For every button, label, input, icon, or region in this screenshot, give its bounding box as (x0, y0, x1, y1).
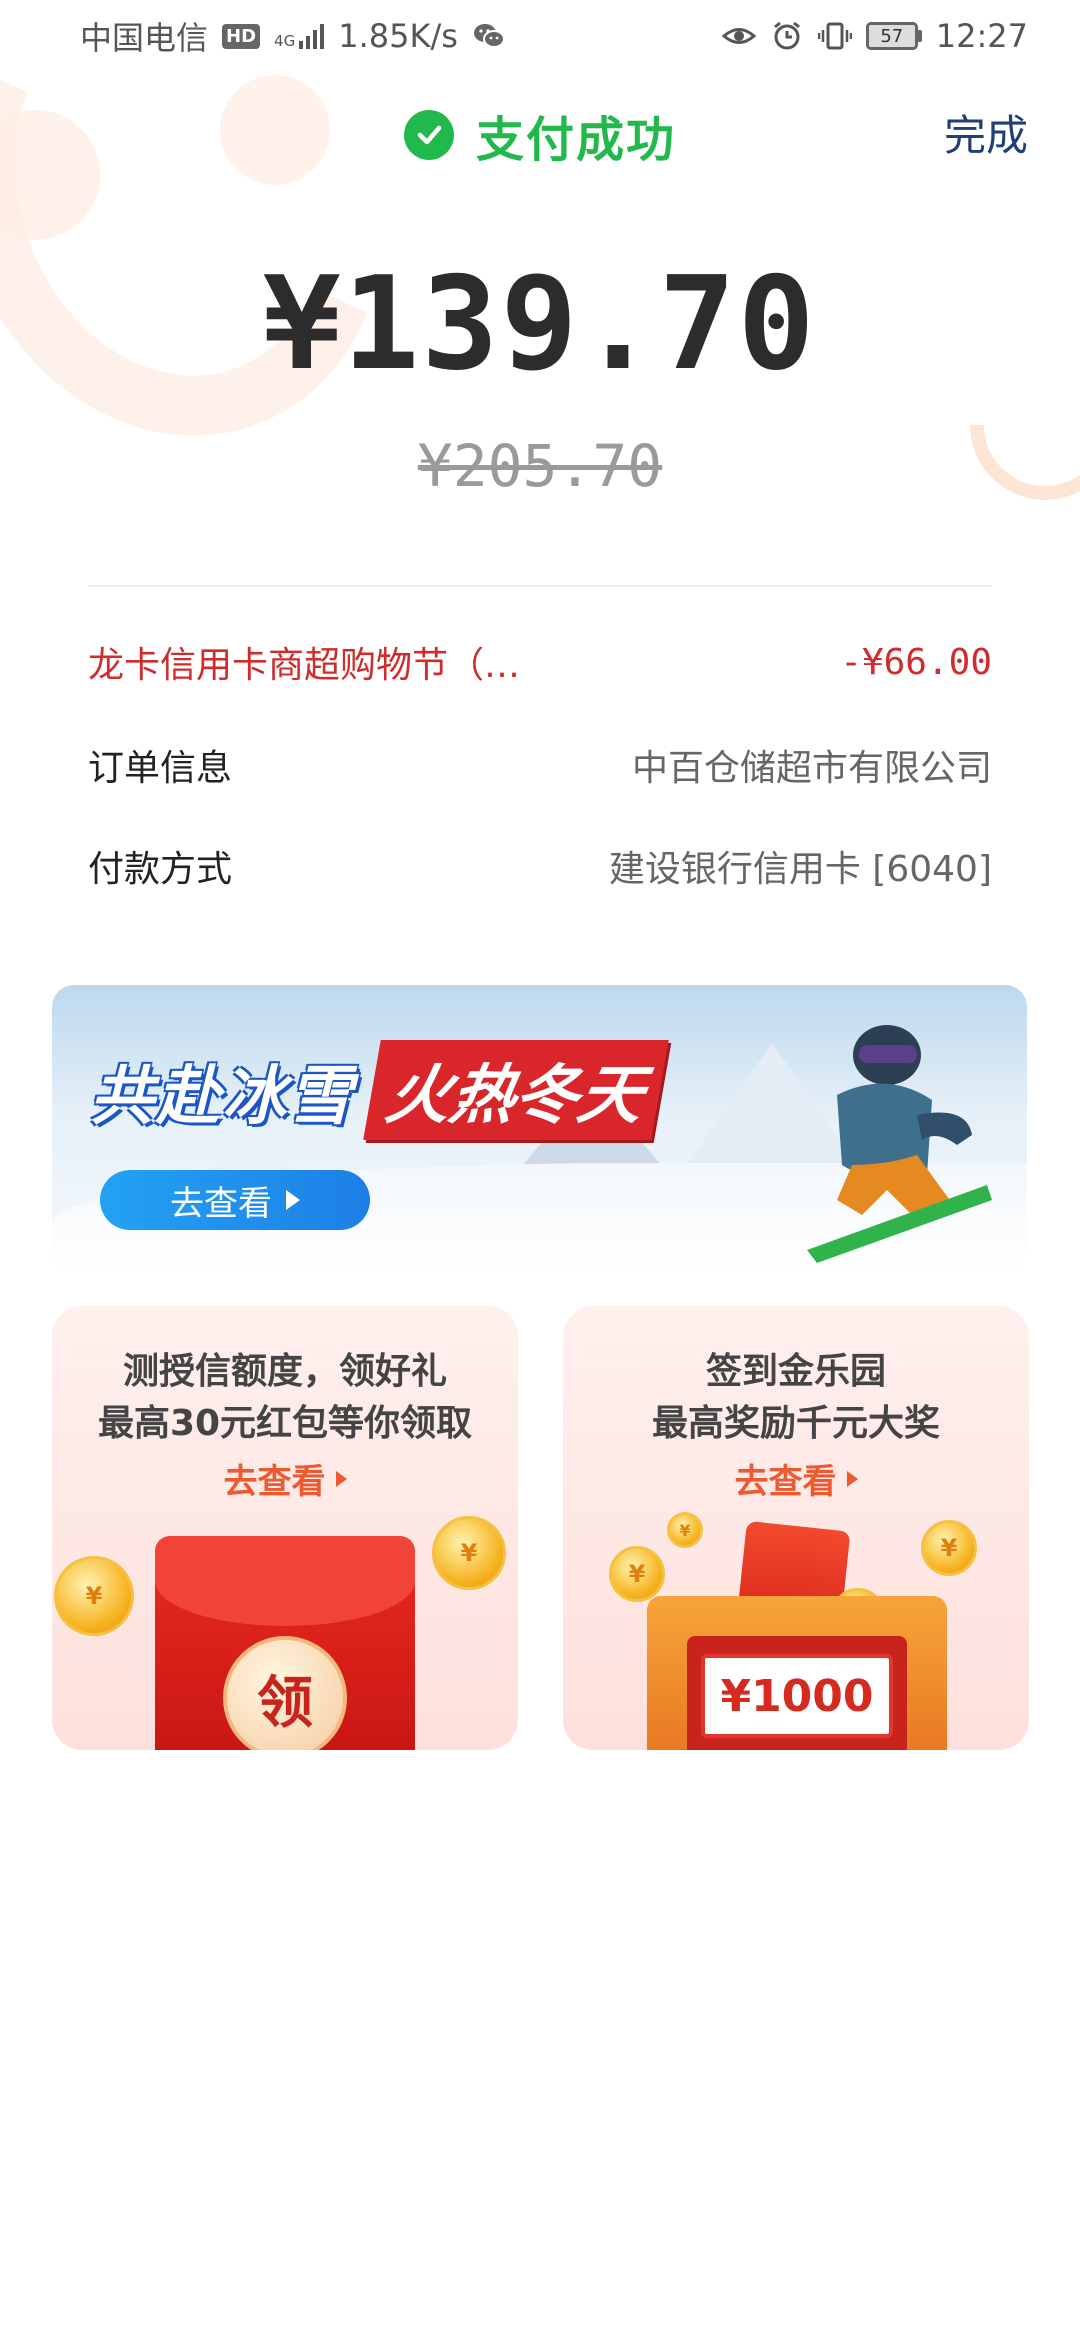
card-view-link[interactable]: 去查看 (52, 1454, 518, 1503)
coin-icon: ¥ (432, 1516, 506, 1590)
checkin-promo-card[interactable]: 签到金乐园 最高奖励千元大奖 去查看 ¥ ¥ ¥ ¥ ¥1000 (563, 1306, 1029, 1750)
red-envelope-illustration: 领 (155, 1536, 415, 1750)
payment-method-label: 付款方式 (88, 849, 233, 890)
coin-icon: ¥ (921, 1520, 977, 1576)
snowboarder-illustration (807, 1025, 992, 1263)
prize-box-illustration: ¥1000 (647, 1596, 947, 1750)
battery-icon: 57 (865, 22, 922, 50)
card-view-label: 去查看 (734, 1462, 837, 1502)
divider (88, 585, 992, 587)
hd-badge: HD (222, 23, 261, 49)
winter-promo-banner[interactable]: 共赴冰雪 火热冬天 去查看 (52, 985, 1027, 1273)
card-subtitle: 最高奖励千元大奖 (651, 1403, 940, 1444)
paid-amount: ¥139.70 (263, 250, 817, 399)
signal-icon: 4G (274, 23, 325, 50)
order-info-label: 订单信息 (88, 748, 233, 789)
vibrate-icon (817, 22, 852, 50)
order-info-row[interactable]: 订单信息 中百仓储超市有限公司 (88, 735, 992, 795)
clock: 12:27 (935, 17, 1028, 55)
discount-label: 龙卡信用卡商超购物节（… (88, 645, 521, 686)
result-header: 支付成功 完成 (0, 90, 1080, 180)
coin-icon: ¥ (667, 1512, 703, 1548)
envelope-seal: 领 (223, 1636, 347, 1750)
alarm-icon (773, 21, 800, 50)
card-title: 测授信额度，领好礼 (122, 1351, 447, 1392)
arrow-right-icon (335, 1470, 347, 1487)
background-decoration (0, 0, 453, 497)
play-arrow-icon (286, 1190, 300, 1210)
discount-row[interactable]: 龙卡信用卡商超购物节（… -¥66.00 (88, 632, 992, 692)
original-amount: ¥205.70 (417, 432, 663, 500)
payment-method-row: 付款方式 建设银行信用卡 [6040] (88, 836, 992, 896)
done-button[interactable]: 完成 (944, 102, 1028, 163)
banner-title-main: 共赴冰雪 (90, 1060, 354, 1134)
payment-method-value: 建设银行信用卡 [6040] (608, 849, 992, 890)
banner-title-secondary: 火热冬天 (363, 1040, 669, 1140)
success-title: 支付成功 (0, 100, 1080, 170)
banner-view-label: 去查看 (170, 1183, 272, 1224)
success-text: 支付成功 (475, 112, 676, 168)
card-title: 签到金乐园 (705, 1351, 886, 1392)
card-view-label: 去查看 (223, 1462, 326, 1502)
credit-promo-card[interactable]: 测授信额度，领好礼 最高30元红包等你领取 去查看 ¥ ¥ 领 (52, 1306, 518, 1750)
eye-icon (721, 28, 756, 44)
prize-amount: ¥1000 (701, 1654, 893, 1738)
merchant-name: 中百仓储超市有限公司 (631, 748, 992, 789)
banner-view-button[interactable]: 去查看 (100, 1170, 370, 1230)
status-bar-right: 57 12:27 (721, 17, 1028, 55)
wechat-icon (473, 24, 505, 48)
payment-result-page: 中国电信 HD 4G 1.85K/s 57 12:27 支付成功 完成 ¥139… (0, 0, 1080, 2340)
battery-level: 57 (865, 22, 918, 50)
status-bar-left: 中国电信 HD 4G 1.85K/s (80, 13, 506, 59)
check-circle-icon (403, 110, 454, 160)
coin-icon: ¥ (54, 1556, 134, 1636)
network-speed: 1.85K/s (338, 17, 458, 55)
carrier-name: 中国电信 (80, 19, 209, 57)
coin-icon: ¥ (609, 1546, 665, 1602)
discount-value: -¥66.00 (840, 641, 992, 683)
arrow-right-icon (846, 1470, 858, 1487)
card-view-link[interactable]: 去查看 (563, 1454, 1029, 1503)
network-type: 4G (274, 32, 296, 50)
card-subtitle: 最高30元红包等你领取 (97, 1403, 473, 1444)
status-bar: 中国电信 HD 4G 1.85K/s 57 12:27 (0, 0, 1080, 72)
